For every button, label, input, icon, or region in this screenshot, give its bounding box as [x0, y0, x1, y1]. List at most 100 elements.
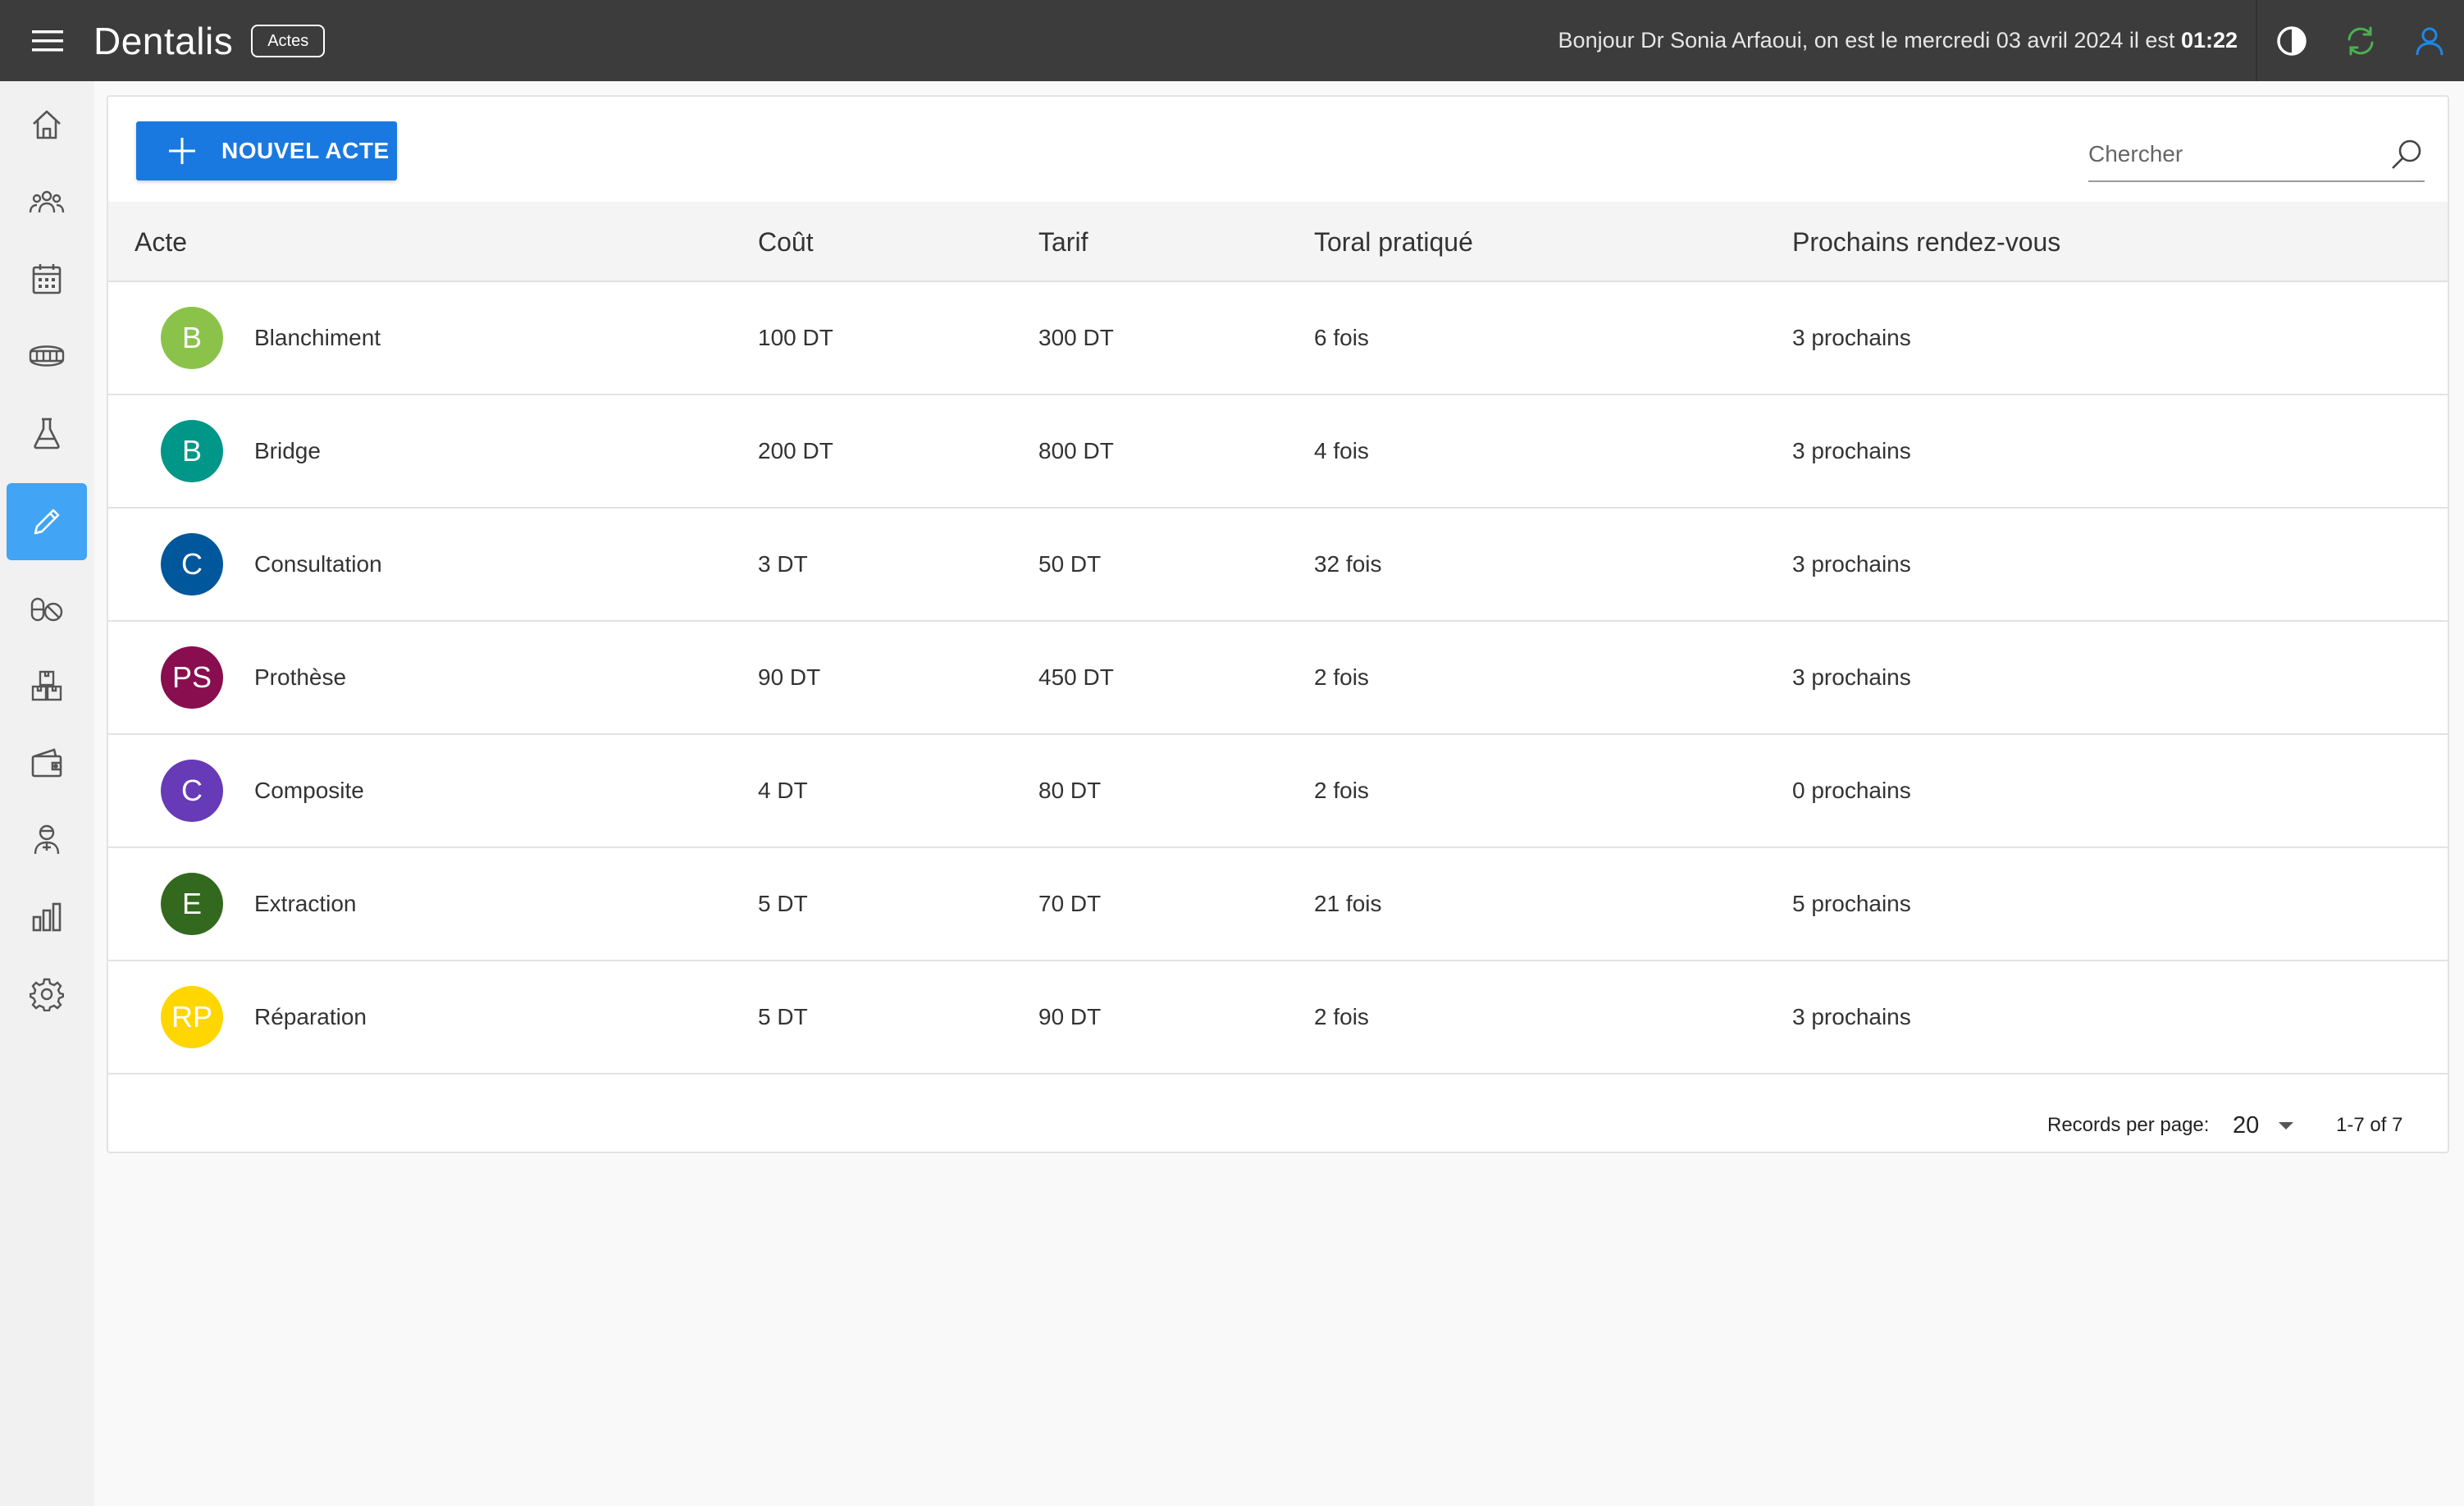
settings-gear-icon	[30, 978, 64, 1011]
avatar: B	[161, 307, 223, 369]
page-chip: Actes	[251, 24, 326, 57]
sidebar-item-calendar[interactable]	[7, 240, 87, 317]
sidebar-item-statistics[interactable]	[7, 878, 87, 956]
pagination-range: 1-7 of 7	[2336, 1114, 2403, 1136]
sidebar-item-actes[interactable]	[7, 483, 87, 560]
acte-prochains: 3 prochains	[1792, 664, 1911, 690]
acte-name: Réparation	[254, 1004, 367, 1029]
pagination: Records per page: 20 1-7 of 7	[108, 1112, 2448, 1153]
records-per-page-label: Records per page:	[2047, 1114, 2210, 1136]
current-time: 01:22	[2180, 28, 2238, 52]
search-field	[2088, 128, 2425, 182]
column-header-total[interactable]: Toral pratiqué	[1314, 227, 1473, 258]
acte-prochains: 3 prochains	[1792, 325, 1911, 350]
app-title: Dentalis	[94, 19, 234, 62]
new-acte-button[interactable]: NOUVEL ACTE	[136, 121, 397, 180]
plus-icon	[169, 138, 195, 164]
acte-tarif: 800 DT	[1038, 438, 1114, 463]
column-header-prochains[interactable]: Prochains rendez-vous	[1792, 227, 2060, 258]
acte-total: 2 fois	[1314, 664, 1369, 690]
sidebar-item-patients[interactable]	[7, 163, 87, 240]
contrast-icon[interactable]	[2257, 0, 2326, 81]
home-icon	[33, 110, 61, 139]
acte-prochains: 3 prochains	[1792, 1004, 1911, 1029]
sidebar-item-lab[interactable]	[7, 395, 87, 472]
acte-cout: 5 DT	[758, 1004, 808, 1029]
table-row[interactable]: C Composite 4 DT 80 DT 2 fois 0 prochains	[108, 735, 2448, 848]
avatar: RP	[161, 986, 223, 1048]
acte-total: 2 fois	[1314, 778, 1369, 803]
acte-total: 6 fois	[1314, 325, 1369, 350]
acte-prochains: 3 prochains	[1792, 438, 1911, 463]
column-header-tarif[interactable]: Tarif	[1038, 227, 1088, 258]
acte-total: 4 fois	[1314, 438, 1369, 463]
avatar: C	[161, 760, 223, 822]
avatar: B	[161, 420, 223, 482]
acte-prochains: 5 prochains	[1792, 891, 1911, 916]
avatar: E	[161, 873, 223, 935]
table-row[interactable]: E Extraction 5 DT 70 DT 21 fois 5 prochains	[108, 848, 2448, 961]
acte-total: 21 fois	[1314, 891, 1382, 916]
sidebar-item-finance[interactable]	[7, 724, 87, 801]
sidebar-item-staff[interactable]	[7, 801, 87, 878]
sidebar-item-dental[interactable]	[7, 317, 87, 395]
acte-cout: 3 DT	[758, 551, 808, 577]
menu-icon[interactable]	[24, 17, 71, 65]
wallet-icon	[31, 748, 62, 778]
sidebar	[0, 81, 94, 1506]
sidebar-item-inventory[interactable]	[7, 647, 87, 724]
records-per-page-value: 20	[2233, 1111, 2260, 1139]
greeting-prefix: Bonjour Dr Sonia Arfaoui, on est le merc…	[1558, 28, 2181, 52]
acte-prochains: 0 prochains	[1792, 778, 1911, 803]
acte-tarif: 50 DT	[1038, 551, 1102, 577]
actes-pencil-icon	[34, 509, 60, 535]
sidebar-item-settings[interactable]	[7, 956, 87, 1033]
table-row[interactable]: B Blanchiment 100 DT 300 DT 6 fois 3 prochain…	[108, 282, 2448, 395]
acte-cout: 100 DT	[758, 325, 833, 350]
sidebar-item-home[interactable]	[7, 86, 87, 163]
acte-cout: 90 DT	[758, 664, 821, 690]
user-icon[interactable]	[2395, 0, 2464, 81]
acte-name: Bridge	[254, 438, 321, 463]
lab-flask-icon	[34, 418, 60, 450]
table-header: Acte Coût Tarif Toral pratiqué Prochains…	[108, 202, 2448, 282]
column-header-cout[interactable]: Coût	[758, 227, 814, 258]
acte-tarif: 450 DT	[1038, 664, 1114, 690]
search-input[interactable]	[2088, 141, 2367, 167]
chevron-down-icon	[2279, 1122, 2294, 1130]
staff-icon	[34, 824, 60, 855]
top-app-bar: Dentalis Actes Bonjour Dr Sonia Arfaoui,…	[0, 0, 2464, 81]
table-row[interactable]: PS Prothèse 90 DT 450 DT 2 fois 3 prochains	[108, 622, 2448, 735]
acte-tarif: 70 DT	[1038, 891, 1102, 916]
avatar: PS	[161, 646, 223, 709]
table-row[interactable]: C Consultation 3 DT 50 DT 32 fois 3 prochains	[108, 509, 2448, 622]
acte-name: Consultation	[254, 551, 382, 577]
acte-name: Blanchiment	[254, 325, 381, 350]
patients-icon	[29, 190, 65, 213]
teeth-icon	[29, 345, 65, 367]
search-icon[interactable]	[2389, 136, 2425, 172]
avatar: C	[161, 533, 223, 596]
column-header-acte[interactable]: Acte	[135, 227, 187, 258]
statistics-icon	[32, 902, 62, 932]
acte-tarif: 80 DT	[1038, 778, 1102, 803]
acte-total: 32 fois	[1314, 551, 1382, 577]
records-per-page-select[interactable]: 20	[2233, 1109, 2315, 1142]
acte-cout: 200 DT	[758, 438, 833, 463]
acte-name: Composite	[254, 778, 364, 803]
table-row[interactable]: B Bridge 200 DT 800 DT 4 fois 3 prochains	[108, 395, 2448, 509]
acte-name: Extraction	[254, 891, 357, 916]
new-acte-button-label: NOUVEL ACTE	[221, 138, 390, 163]
greeting-text: Bonjour Dr Sonia Arfaoui, on est le merc…	[1558, 28, 2238, 53]
medication-icon	[30, 597, 63, 622]
acte-cout: 4 DT	[758, 778, 808, 803]
sidebar-item-medications[interactable]	[7, 570, 87, 647]
actes-card: NOUVEL ACTE Acte Coût Tarif Toral pratiq…	[107, 95, 2449, 1153]
refresh-icon[interactable]	[2326, 0, 2395, 81]
acte-cout: 5 DT	[758, 891, 808, 916]
acte-total: 2 fois	[1314, 1004, 1369, 1029]
acte-prochains: 3 prochains	[1792, 551, 1911, 577]
calendar-icon	[32, 264, 62, 294]
acte-name: Prothèse	[254, 664, 347, 690]
table-row[interactable]: RP Réparation 5 DT 90 DT 2 fois 3 prochains	[108, 961, 2448, 1075]
